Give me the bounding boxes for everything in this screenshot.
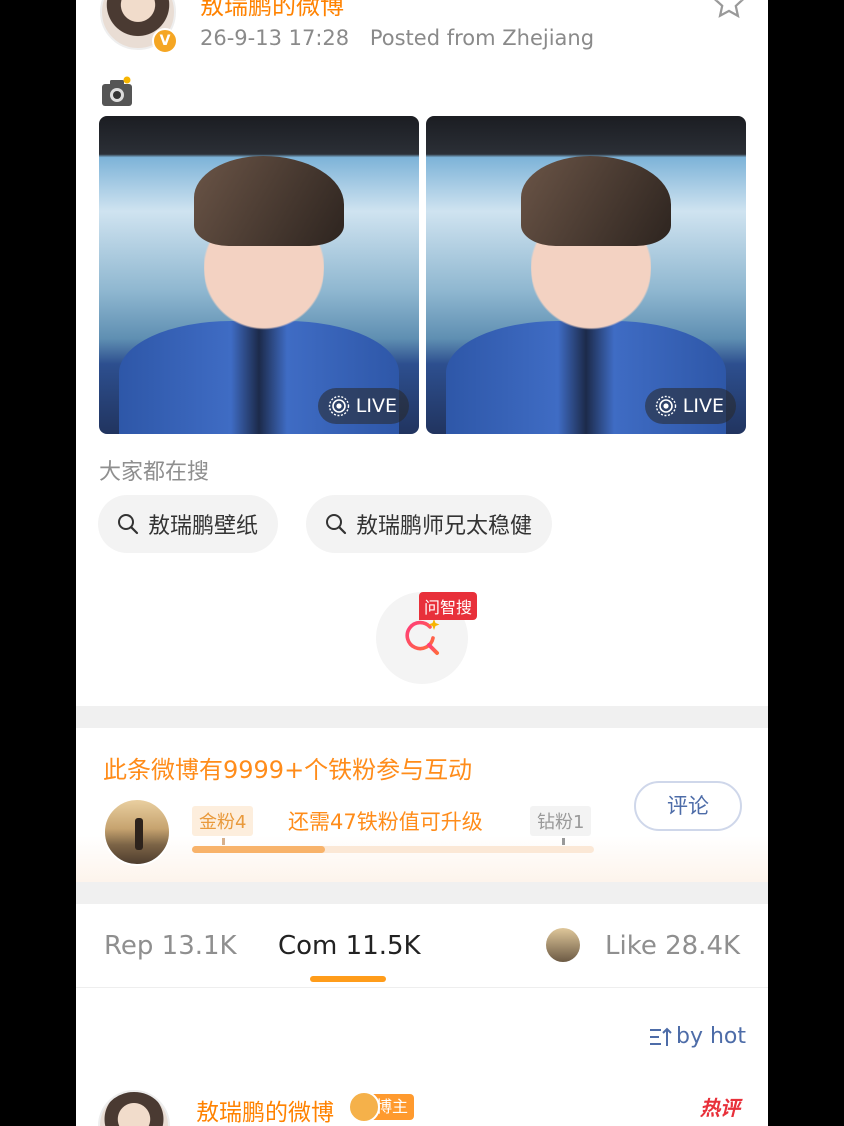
- live-label: LIVE: [682, 395, 724, 417]
- post-timestamp: 26-9-13 17:28: [200, 26, 350, 50]
- smart-search-icon: [405, 619, 440, 655]
- search-icon: [118, 514, 139, 535]
- post-location: Posted from Zhejiang: [369, 26, 595, 50]
- camera-icon: [102, 76, 132, 106]
- live-photo-icon: [328, 395, 349, 417]
- sort-icon: [649, 1027, 672, 1046]
- sort-by-hot-button[interactable]: by hot: [648, 1024, 746, 1049]
- live-photo-icon: [655, 395, 676, 417]
- hot-comment-tag: 热评: [700, 1096, 740, 1120]
- upgrade-message: 还需47铁粉值可升级: [288, 810, 483, 834]
- star-icon[interactable]: [712, 0, 746, 20]
- photo-subject-hair: [194, 156, 344, 246]
- photo-subject-hair: [521, 156, 671, 246]
- current-fan-level: 金粉4: [192, 806, 254, 836]
- fans-title: 此条微博有9999+个铁粉参与互动: [103, 756, 473, 784]
- owner-badge: 博主: [347, 1091, 415, 1123]
- search-chip-1[interactable]: 敖瑞鹏壁纸: [98, 495, 279, 553]
- search-chip-label: 敖瑞鹏师兄太稳健: [356, 514, 533, 539]
- section-divider: [76, 706, 768, 728]
- tab-reposts[interactable]: Rep 13.1K: [104, 931, 237, 961]
- fans-interaction-card: 此条微博有9999+个铁粉参与互动 金粉4 还需47铁粉值可升级 钻粉1 评论: [76, 728, 768, 882]
- post-photo-2[interactable]: LIVE: [426, 116, 746, 434]
- fan-avatar[interactable]: [103, 798, 171, 866]
- trending-search-title: 大家都在搜: [99, 460, 210, 485]
- search-chip-2[interactable]: 敖瑞鹏师兄太稳健: [306, 495, 553, 553]
- progress-tick-end: [562, 838, 565, 845]
- interaction-tabs: Rep 13.1K Com 11.5K Like 28.4K: [76, 904, 768, 988]
- commenter-name[interactable]: 敖瑞鹏的微博: [196, 1093, 334, 1126]
- comment-button[interactable]: 评论: [634, 781, 742, 831]
- section-divider: [76, 882, 768, 904]
- active-tab-indicator: [310, 976, 386, 982]
- author-name[interactable]: 敖瑞鹏的微博: [200, 0, 344, 21]
- post-photo-1[interactable]: LIVE: [99, 116, 419, 434]
- liker-avatar: [546, 928, 580, 962]
- search-chip-label: 敖瑞鹏壁纸: [148, 514, 259, 539]
- live-label: LIVE: [355, 395, 397, 417]
- verified-badge-icon: V: [152, 28, 178, 54]
- live-badge[interactable]: LIVE: [644, 388, 736, 424]
- sort-label: by hot: [675, 1024, 746, 1049]
- commenter-avatar[interactable]: [98, 1090, 170, 1126]
- fan-level-progress: [192, 838, 594, 853]
- progress-tick-start: [222, 838, 225, 845]
- live-badge[interactable]: LIVE: [317, 388, 409, 424]
- tab-comments[interactable]: Com 11.5K: [278, 931, 421, 961]
- fan-level-progress-fill: [192, 846, 325, 853]
- ask-smart-search-tag: 问智搜: [419, 592, 478, 620]
- search-icon: [326, 514, 347, 535]
- post-meta: 26-9-13 17:28 Posted from Zhejiang: [200, 26, 594, 50]
- weibo-post-screen: V 敖瑞鹏的微博 26-9-13 17:28 Posted from Zheji…: [76, 0, 768, 1126]
- next-fan-level: 钻粉1: [530, 806, 592, 836]
- tab-likes[interactable]: Like 28.4K: [605, 931, 740, 961]
